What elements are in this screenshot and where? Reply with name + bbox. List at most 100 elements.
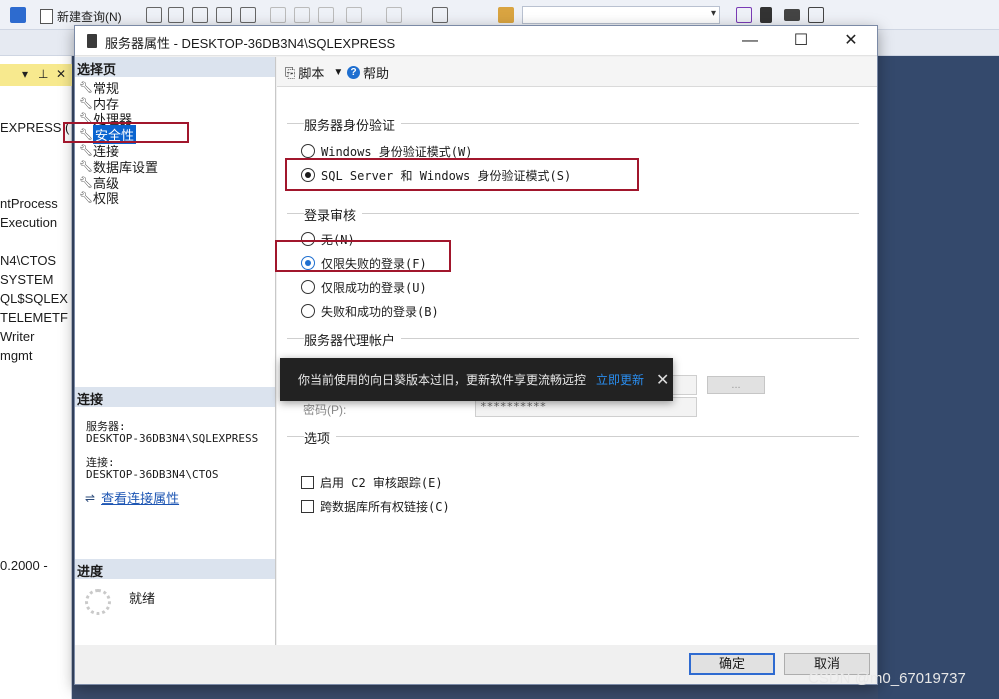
- object-explorer-panel: ▾ ⊥ ✕ EXPRESS ( ntProcess Execution N4\C…: [0, 56, 72, 699]
- progress-spinner-icon: [85, 589, 111, 615]
- oe-tree-item[interactable]: Writer: [0, 329, 72, 344]
- proxy-account-title: 服务器代理帐户: [304, 330, 402, 349]
- script-label: 脚本: [298, 66, 325, 81]
- query-icon-1[interactable]: [146, 7, 162, 23]
- close-icon[interactable]: ✕: [56, 67, 66, 81]
- cross-db-chaining-checkbox[interactable]: 跨数据库所有权链接(C): [301, 497, 450, 515]
- highlight-box-security: [63, 122, 189, 143]
- wrench-icon: 🔧︎: [79, 176, 93, 189]
- connection-value: DESKTOP-36DB3N4\CTOS: [86, 468, 219, 481]
- progress-status: 就绪: [129, 591, 156, 606]
- close-button[interactable]: ✕: [836, 30, 866, 52]
- server-icon: [87, 34, 97, 48]
- toolbar-search-combo[interactable]: ▾: [522, 6, 720, 24]
- left-navigation-pane: 选择页 🔧︎ 常规 🔧︎ 内存 🔧︎ 处理器 🔧︎ 安全性 🔧︎ 连接 🔧︎ 数据库设置 🔧…: [63, 57, 276, 645]
- audit-both-label: 失败和成功的登录(B): [321, 304, 439, 319]
- cross-db-chaining-label: 跨数据库所有权链接(C): [320, 499, 450, 514]
- dialog-title: 服务器属性 - DESKTOP-36DB3N4\SQLEXPRESS: [105, 36, 396, 51]
- radio-unchecked-icon: [301, 280, 315, 294]
- server-auth-title: 服务器身份验证: [304, 115, 402, 134]
- oe-tree-item[interactable]: TELEMETF: [0, 310, 72, 325]
- chevron-down-icon: ▼: [333, 67, 344, 78]
- page-item-label: 权限: [93, 190, 120, 206]
- radio-unchecked-icon: [301, 304, 315, 318]
- copy-icon[interactable]: [294, 7, 310, 23]
- server-value: DESKTOP-36DB3N4\SQLEXPRESS: [86, 432, 259, 445]
- view-connection-properties-link[interactable]: 查看连接属性: [101, 488, 179, 507]
- oe-tree-item[interactable]: N4\CTOS: [0, 253, 72, 268]
- dialog-title-bar[interactable]: 服务器属性 - DESKTOP-36DB3N4\SQLEXPRESS — ☐ ✕: [75, 26, 877, 56]
- ssms-document-area: [878, 56, 999, 699]
- audit-success-label: 仅限成功的登录(U): [321, 280, 427, 295]
- find-icon[interactable]: [498, 7, 514, 23]
- update-notification-toast: 你当前使用的向日葵版本过旧，更新软件享更流畅远控 立即更新 ✕: [280, 358, 673, 401]
- server-properties-dialog: 服务器属性 - DESKTOP-36DB3N4\SQLEXPRESS — ☐ ✕…: [63, 25, 878, 685]
- wrench-icon[interactable]: [760, 7, 772, 23]
- wrench-icon: 🔧︎: [79, 160, 93, 173]
- watermark: CSDN @m0_67019737: [808, 670, 966, 687]
- redo-icon[interactable]: [386, 7, 402, 23]
- oe-tree-item[interactable]: EXPRESS (: [0, 120, 72, 135]
- script-icon: ⎘: [285, 64, 296, 80]
- checkbox-unchecked-icon: [301, 475, 314, 489]
- paste-icon[interactable]: [318, 7, 334, 23]
- oe-tree-item[interactable]: ntProcess: [0, 196, 72, 211]
- help-icon: ?: [347, 66, 360, 79]
- help-label: 帮助: [363, 66, 390, 81]
- debug-icon[interactable]: [736, 7, 752, 23]
- wrench-icon: 🔧︎: [79, 97, 93, 110]
- oe-tree-item[interactable]: SYSTEM: [0, 272, 72, 287]
- wrench-icon: 🔧︎: [79, 81, 93, 94]
- oe-tree-item[interactable]: Execution: [0, 215, 72, 230]
- update-now-link[interactable]: 立即更新: [596, 371, 644, 388]
- solution-icon[interactable]: [10, 7, 26, 23]
- audit-success-radio[interactable]: 仅限成功的登录(U): [301, 278, 427, 296]
- minimize-button[interactable]: —: [735, 30, 765, 52]
- new-query-button[interactable]: 新建查询(N): [40, 8, 122, 25]
- oe-tree-item[interactable]: mgmt: [0, 348, 72, 363]
- wrench-icon: 🔧︎: [79, 191, 93, 204]
- toolbox-icon[interactable]: [784, 9, 800, 21]
- c2-audit-label: 启用 C2 审核跟踪(E): [320, 475, 443, 490]
- oe-tree-item[interactable]: QL$SQLEX: [0, 291, 72, 306]
- query-icon-5[interactable]: [240, 7, 256, 23]
- connection-properties-icon: ⇌: [85, 490, 96, 505]
- windows-auth-label: Windows 身份验证模式(W): [321, 144, 473, 159]
- undo-icon[interactable]: [346, 7, 362, 23]
- pin-icon[interactable]: ⊥: [38, 67, 48, 81]
- query-icon-2[interactable]: [168, 7, 184, 23]
- toast-message: 你当前使用的向日葵版本过旧，更新软件享更流畅远控: [298, 373, 587, 387]
- section-divider: [287, 436, 859, 437]
- query-icon-3[interactable]: [192, 7, 208, 23]
- ok-button[interactable]: 确定: [689, 653, 775, 675]
- browse-button[interactable]: ...: [707, 376, 765, 394]
- new-query-label: 新建查询(N): [57, 10, 122, 24]
- options-title: 选项: [304, 428, 337, 447]
- oe-tree-item[interactable]: 0.2000 -: [0, 558, 72, 573]
- window-icon[interactable]: [432, 7, 448, 23]
- view-connection-properties-row[interactable]: ⇌ 查看连接属性: [85, 488, 179, 507]
- wrench-icon: 🔧︎: [79, 144, 93, 157]
- progress-header: 进度: [75, 559, 275, 579]
- chevron-down-icon: ▾: [710, 8, 716, 19]
- maximize-button[interactable]: ☐: [786, 30, 816, 52]
- page-item-permissions[interactable]: 🔧︎ 权限: [79, 189, 120, 206]
- close-icon[interactable]: ✕: [656, 370, 669, 390]
- output-icon[interactable]: [808, 7, 824, 23]
- highlight-box-audit-failed: [275, 240, 451, 272]
- section-divider: [287, 213, 859, 214]
- security-settings-pane: ⎘ 脚本 ▼ ? 帮助 服务器身份验证 Windows 身份验证模式(W) SQ…: [275, 57, 877, 645]
- radio-unchecked-icon: [301, 144, 315, 158]
- connection-header: 连接: [75, 387, 275, 407]
- audit-both-radio[interactable]: 失败和成功的登录(B): [301, 302, 439, 320]
- c2-audit-checkbox[interactable]: 启用 C2 审核跟踪(E): [301, 473, 443, 491]
- pin-icon[interactable]: ▾: [22, 67, 28, 81]
- query-icon-4[interactable]: [216, 7, 232, 23]
- help-button[interactable]: ? 帮助: [347, 63, 389, 82]
- page-toolbar: ⎘ 脚本 ▼ ? 帮助: [277, 57, 877, 87]
- new-query-icon: [40, 9, 53, 24]
- password-label: 密码(P):: [303, 403, 347, 417]
- cut-icon[interactable]: [270, 7, 286, 23]
- object-explorer-header: ▾ ⊥ ✕: [0, 64, 72, 86]
- script-button[interactable]: ⎘ 脚本 ▼: [285, 63, 343, 82]
